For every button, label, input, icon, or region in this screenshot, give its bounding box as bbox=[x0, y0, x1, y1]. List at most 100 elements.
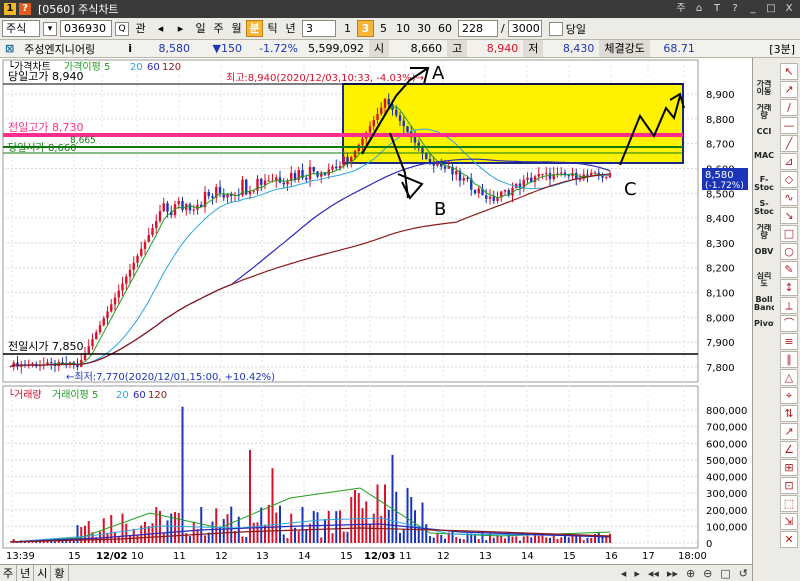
time-tick-label: 15 bbox=[563, 551, 576, 562]
today-checkbox[interactable] bbox=[548, 21, 563, 36]
interval-button-3[interactable]: 10 bbox=[393, 20, 413, 37]
window-control-4[interactable]: _ bbox=[746, 2, 760, 16]
drawing-tool-icon-5[interactable]: ⊿ bbox=[780, 153, 798, 170]
drawing-tool-icon-7[interactable]: ∿ bbox=[780, 189, 798, 206]
drawing-tool-icon-13[interactable]: ⟂ bbox=[780, 297, 798, 314]
indicator-button-9[interactable]: Boll Band bbox=[754, 296, 774, 320]
drawing-tool-icon-17[interactable]: △ bbox=[780, 369, 798, 386]
drawing-tool-icon-9[interactable]: □ bbox=[780, 225, 798, 242]
volume-bar bbox=[174, 512, 176, 543]
window-control-6[interactable]: X bbox=[782, 2, 796, 16]
window-control-3[interactable]: ? bbox=[728, 2, 742, 16]
watchlist-button[interactable]: 관 bbox=[132, 20, 149, 37]
drawing-tool-icon-24[interactable]: ⬚ bbox=[780, 495, 798, 512]
period-tab-4[interactable]: 틱 bbox=[264, 20, 281, 37]
drawing-tool-icon-0[interactable]: ↖ bbox=[780, 63, 798, 80]
interval-button-4[interactable]: 30 bbox=[414, 20, 434, 37]
candle-body bbox=[545, 173, 548, 175]
window-control-1[interactable]: ⌂ bbox=[692, 2, 706, 16]
interval-input[interactable]: 3 bbox=[302, 20, 336, 37]
volume-bar bbox=[444, 538, 446, 543]
bottom-tab-1[interactable]: 년 bbox=[17, 565, 35, 581]
period-tab-3[interactable]: 분 bbox=[246, 20, 263, 37]
drawing-tool-icon-16[interactable]: ∥ bbox=[780, 351, 798, 368]
chevron-down-icon[interactable]: ▾ bbox=[43, 21, 57, 36]
indicator-button-5[interactable]: S-Stoc bbox=[754, 200, 774, 224]
indicator-button-0[interactable]: 가격이동 bbox=[754, 80, 774, 104]
indicator-button-8[interactable]: 심리도 bbox=[754, 272, 774, 296]
interval-button-2[interactable]: 5 bbox=[375, 20, 392, 37]
drawing-tool-icon-3[interactable]: — bbox=[780, 117, 798, 134]
prev-stock-button[interactable]: ◂ bbox=[152, 20, 169, 37]
info-icon[interactable]: i bbox=[123, 42, 137, 55]
drawing-tool-icon-19[interactable]: ⇅ bbox=[780, 405, 798, 422]
period-tab-5[interactable]: 년 bbox=[282, 20, 299, 37]
window-control-0[interactable]: 주 bbox=[674, 2, 688, 16]
drawing-tool-icon-2[interactable]: / bbox=[780, 99, 798, 116]
chart-area[interactable]: 8,9008,8008,7008,6008,5008,4008,3008,200… bbox=[0, 58, 752, 564]
indicator-button-4[interactable]: F-Stoc bbox=[754, 176, 774, 200]
period-tab-0[interactable]: 일 bbox=[192, 20, 209, 37]
volume-bar bbox=[380, 515, 383, 543]
stock-code-input[interactable]: 036930 bbox=[60, 20, 112, 37]
drawing-tool-icon-6[interactable]: ◇ bbox=[780, 171, 798, 188]
candle-body bbox=[485, 195, 488, 199]
volume-bar bbox=[556, 538, 559, 543]
help-badge[interactable]: ? bbox=[19, 3, 31, 15]
scroll-control-icon-4[interactable]: ⊕ bbox=[682, 567, 699, 580]
total-count-input[interactable]: 3000 bbox=[507, 20, 542, 37]
scroll-control-icon-3[interactable]: ▸▸ bbox=[663, 567, 682, 580]
scroll-control-icon-6[interactable]: □ bbox=[716, 567, 734, 580]
search-icon[interactable]: Q bbox=[115, 21, 129, 36]
drawing-tool-icon-22[interactable]: ⊞ bbox=[780, 459, 798, 476]
drawing-tool-icon-18[interactable]: ⌖ bbox=[780, 387, 798, 404]
candle-body bbox=[305, 177, 308, 180]
drawing-tool-icon-1[interactable]: ↗ bbox=[780, 81, 798, 98]
window-control-2[interactable]: T bbox=[710, 2, 724, 16]
indicator-button-2[interactable]: CCI bbox=[754, 128, 774, 152]
indicator-button-1[interactable]: 거래량 bbox=[754, 104, 774, 128]
drawing-tool-icon-15[interactable]: ≡ bbox=[780, 333, 798, 350]
interval-button-1[interactable]: 3 bbox=[357, 20, 374, 37]
drawing-tool-icon-25[interactable]: ⇲ bbox=[780, 513, 798, 530]
scroll-control-icon-1[interactable]: ▸ bbox=[630, 567, 644, 580]
drawing-tool-icon-21[interactable]: ∠ bbox=[780, 441, 798, 458]
interval-button-5[interactable]: 60 bbox=[435, 20, 455, 37]
drawing-tool-icon-12[interactable]: ↕ bbox=[780, 279, 798, 296]
scroll-control-icon-0[interactable]: ◂ bbox=[617, 567, 631, 580]
price-chart-svg[interactable]: 8,9008,8008,7008,6008,5008,4008,3008,200… bbox=[0, 58, 752, 564]
period-tab-1[interactable]: 주 bbox=[210, 20, 227, 37]
indicator-button-3[interactable]: MACD bbox=[754, 152, 774, 176]
interval-badge[interactable]: [3분] bbox=[764, 41, 800, 57]
bottom-tab-3[interactable]: 황 bbox=[51, 565, 69, 581]
drawing-tool-icon-14[interactable]: ⌒ bbox=[780, 315, 798, 332]
drawing-tool-icon-26[interactable]: ✕ bbox=[780, 531, 798, 548]
period-tab-2[interactable]: 월 bbox=[228, 20, 245, 37]
window-control-5[interactable]: □ bbox=[764, 2, 778, 16]
scroll-control-icon-7[interactable]: ↺ bbox=[735, 567, 752, 580]
drawing-tool-icon-23[interactable]: ⊡ bbox=[780, 477, 798, 494]
volume-tick-label: 800,000 bbox=[706, 406, 747, 417]
bottom-tab-0[interactable]: 주 bbox=[0, 565, 18, 581]
volume-bar bbox=[436, 532, 439, 543]
volume-bar bbox=[249, 449, 251, 543]
indicator-button-10[interactable]: Pivot bbox=[754, 320, 774, 344]
bottom-tab-2[interactable]: 시 bbox=[34, 565, 52, 581]
drawing-tool-icon-11[interactable]: ✎ bbox=[780, 261, 798, 278]
time-tick-label: 10 bbox=[131, 551, 144, 562]
indicator-button-7[interactable]: OBV bbox=[754, 248, 774, 272]
drawing-tool-icon-20[interactable]: ↗ bbox=[780, 423, 798, 440]
scroll-control-icon-5[interactable]: ⊖ bbox=[699, 567, 716, 580]
scroll-control-icon-2[interactable]: ◂◂ bbox=[644, 567, 663, 580]
count-input[interactable]: 228 bbox=[458, 20, 498, 37]
indicator-button-6[interactable]: 거래량 bbox=[754, 224, 774, 248]
drawing-tool-icon-8[interactable]: ↘ bbox=[780, 207, 798, 224]
next-stock-button[interactable]: ▸ bbox=[172, 20, 189, 37]
interval-button-0[interactable]: 1 bbox=[339, 20, 356, 37]
candle-body bbox=[267, 180, 270, 182]
drawing-tool-icon-4[interactable]: ╱ bbox=[780, 135, 798, 152]
market-select[interactable]: 주식 bbox=[2, 20, 40, 37]
candle-body bbox=[432, 162, 435, 166]
volume-bar bbox=[222, 518, 225, 543]
drawing-tool-icon-10[interactable]: ○ bbox=[780, 243, 798, 260]
